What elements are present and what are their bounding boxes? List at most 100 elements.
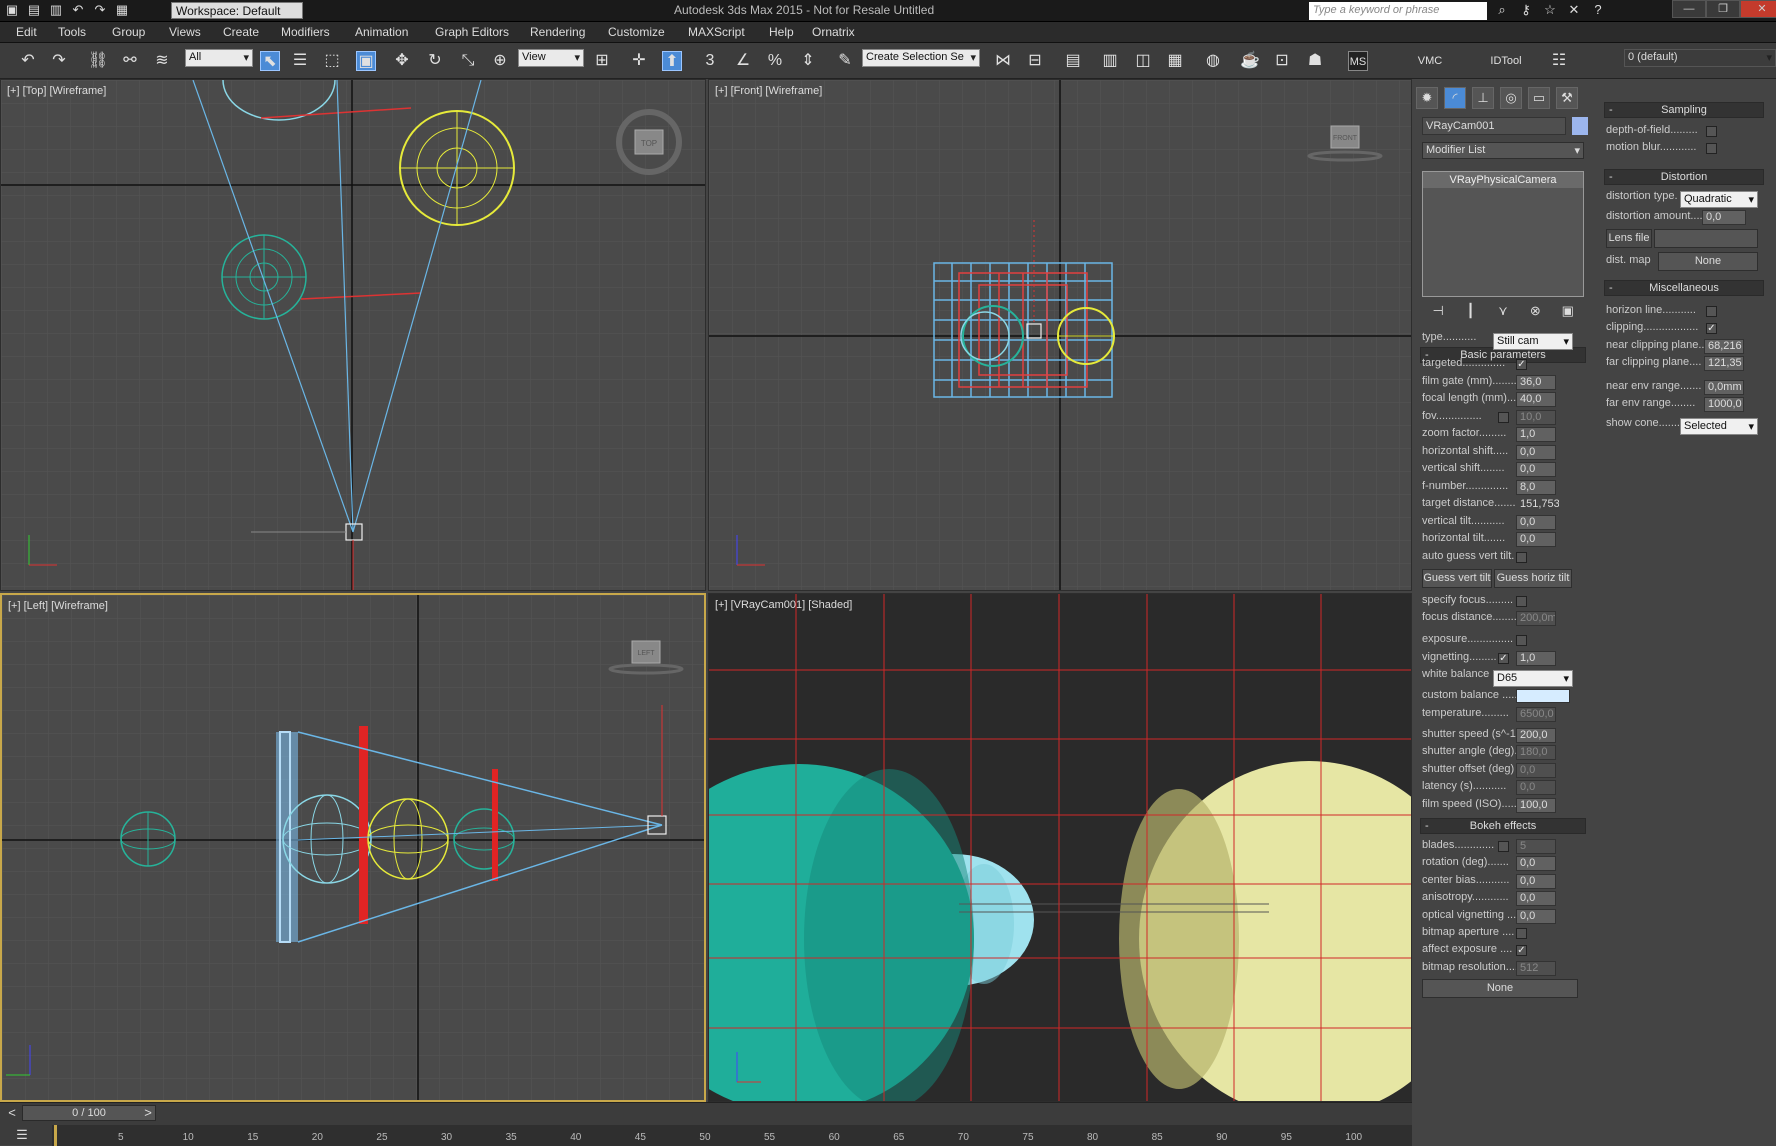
placement-icon[interactable]: ⊕ [490,51,510,71]
viewport-top[interactable]: [+] [Top] [Wireframe] TOP [0,79,706,591]
viewport-left[interactable]: [+] [Left] [Wireframe] LEFT [0,593,706,1102]
targeted-checkbox[interactable]: ✓ [1516,359,1527,370]
rollout-sampling[interactable]: - Sampling [1604,102,1764,118]
render-setup-icon[interactable]: ☕ [1240,51,1260,71]
viewport-label[interactable]: [+] [Left] [Wireframe] [8,600,108,612]
menu-rendering[interactable]: Rendering [530,25,585,39]
white-balance-select[interactable]: D65 [1493,670,1573,687]
film-speed-spinner[interactable]: 100,0 [1516,798,1556,813]
utilities-tab-icon[interactable]: ⚒ [1556,87,1578,109]
move-icon[interactable]: ✥ [392,51,412,71]
hierarchy-tab-icon[interactable]: ⊥ [1472,87,1494,109]
motion-tab-icon[interactable]: ◎ [1500,87,1522,109]
rendered-frame-icon[interactable]: ⊡ [1272,51,1292,71]
stack-item[interactable]: VRayPhysicalCamera [1423,172,1583,188]
dist-map-button[interactable]: None [1658,252,1758,271]
bokeh-bitmap-button[interactable]: None [1422,979,1578,998]
remove-modifier-icon[interactable]: ⊗ [1527,303,1543,319]
horizontal-shift-spinner[interactable]: 0,0 [1516,445,1556,460]
rollout-bokeh-effects[interactable]: - Bokeh effects [1420,818,1586,834]
make-unique-icon[interactable]: ⋎ [1495,303,1511,319]
rollout-miscellaneous[interactable]: - Miscellaneous [1604,280,1764,296]
latency-spinner[interactable]: 0,0 [1516,780,1556,795]
far-clip-spinner[interactable]: 121,35 [1704,356,1744,371]
viewport-label[interactable]: [+] [Front] [Wireframe] [715,85,822,97]
distortion-amount-spinner[interactable]: 0,0 [1702,210,1746,225]
horizon-line-checkbox[interactable] [1706,306,1717,317]
layers-icon[interactable]: ☷ [1549,51,1569,71]
select-object-icon[interactable]: ⬉ [260,51,280,71]
spinner-snap-icon[interactable]: ⇕ [798,51,818,71]
time-slider[interactable]: 0 / 100 [22,1105,156,1121]
film-gate-spinner[interactable]: 36,0 [1516,375,1556,390]
star-icon[interactable]: ☆ [1542,2,1558,18]
undo-icon[interactable]: ↶ [18,51,38,71]
optical-vignetting-spinner[interactable]: 0,0 [1516,909,1556,924]
menu-customize[interactable]: Customize [608,25,665,39]
f-number-spinner[interactable]: 8,0 [1516,480,1556,495]
vignetting-spinner[interactable]: 1,0 [1516,651,1556,666]
guess-horiz-tilt-button[interactable]: Guess horiz tilt [1494,569,1572,588]
blades-spinner[interactable]: 5 [1516,839,1556,854]
shutter-offset-spinner[interactable]: 0,0 [1516,763,1556,778]
prev-frame-icon[interactable]: < [4,1105,20,1121]
select-by-name-icon[interactable]: ☰ [290,51,310,71]
keyboard-shortcut-override-icon[interactable]: ⬆ [662,51,682,71]
blades-checkbox[interactable] [1498,841,1509,852]
vignetting-checkbox[interactable]: ✓ [1498,653,1509,664]
lens-file-field[interactable] [1654,229,1758,248]
render-production-icon[interactable]: ☗ [1305,51,1325,71]
project-folder-icon[interactable]: ▦ [114,2,130,18]
app-menu-icon[interactable]: ▣ [4,2,20,18]
fov-checkbox[interactable] [1498,412,1509,423]
exchange-icon[interactable]: ✕ [1566,2,1582,18]
viewcube-label[interactable]: FRONT [1333,135,1358,142]
curve-editor-icon[interactable]: ◫ [1133,51,1153,71]
zoom-factor-spinner[interactable]: 1,0 [1516,427,1556,442]
fov-spinner[interactable]: 10,0 [1516,410,1556,425]
pivot-center-icon[interactable]: ⊞ [592,51,612,71]
vmc-button[interactable]: VMC [1412,51,1448,71]
percent-snap-icon[interactable]: % [765,51,785,71]
distortion-type-select[interactable]: Quadratic [1680,191,1758,208]
layer-manager-icon[interactable]: ▤ [1063,51,1083,71]
temperature-spinner[interactable]: 6500,0 [1516,707,1556,722]
motion-blur-checkbox[interactable] [1706,143,1717,154]
current-layer-dropdown[interactable]: 0 (default) [1624,49,1776,67]
viewport-camera[interactable]: [+] [VRayCam001] [Shaded] [708,593,1412,1102]
menu-maxscript[interactable]: MAXScript [688,25,745,39]
modify-tab-icon[interactable]: ◜ [1444,87,1466,109]
angle-snap-icon[interactable]: ∠ [733,51,753,71]
auto-guess-checkbox[interactable] [1516,552,1527,563]
snap-toggle-icon[interactable]: 3 [700,51,720,71]
viewport-label[interactable]: [+] [VRayCam001] [Shaded] [715,599,852,611]
menu-modifiers[interactable]: Modifiers [281,25,330,39]
menu-create[interactable]: Create [223,25,259,39]
window-crossing-icon[interactable]: ▣ [356,51,376,71]
curve-editor-mini-icon[interactable]: ☰ [14,1127,30,1143]
menu-tools[interactable]: Tools [58,25,86,39]
rotate-icon[interactable]: ↻ [425,51,445,71]
workspace-dropdown[interactable]: Workspace: Default [171,2,303,19]
horizontal-tilt-spinner[interactable]: 0,0 [1516,532,1556,547]
idtool-button[interactable]: IDTool [1486,51,1526,71]
viewport-front[interactable]: [+] [Front] [Wireframe] FRONT [708,79,1412,591]
specify-focus-checkbox[interactable] [1516,596,1527,607]
viewcube-label[interactable]: LEFT [637,650,655,657]
track-bar[interactable]: 5 10 15 20 25 30 35 40 45 50 55 60 65 70 75 80 85 90 95 100 [52,1125,1412,1146]
near-env-spinner[interactable]: 0,0mm [1704,380,1744,395]
redo-icon[interactable]: ↷ [92,2,108,18]
clipping-checkbox[interactable]: ✓ [1706,323,1717,334]
object-name-field[interactable]: VRayCam001 [1422,117,1566,135]
align-icon[interactable]: ⊟ [1025,51,1045,71]
exposure-checkbox[interactable] [1516,635,1527,646]
schematic-view-icon[interactable]: ▦ [1165,51,1185,71]
open-file-icon[interactable]: ▤ [26,2,42,18]
close-button[interactable]: ✕ [1740,0,1776,18]
search-input[interactable]: Type a keyword or phrase [1309,2,1487,20]
viewcube-label[interactable]: TOP [641,139,657,148]
bitmap-aperture-checkbox[interactable] [1516,928,1527,939]
viewport-label[interactable]: [+] [Top] [Wireframe] [7,85,106,97]
lens-file-button[interactable]: Lens file [1606,229,1652,248]
help-icon[interactable]: ? [1590,2,1606,18]
